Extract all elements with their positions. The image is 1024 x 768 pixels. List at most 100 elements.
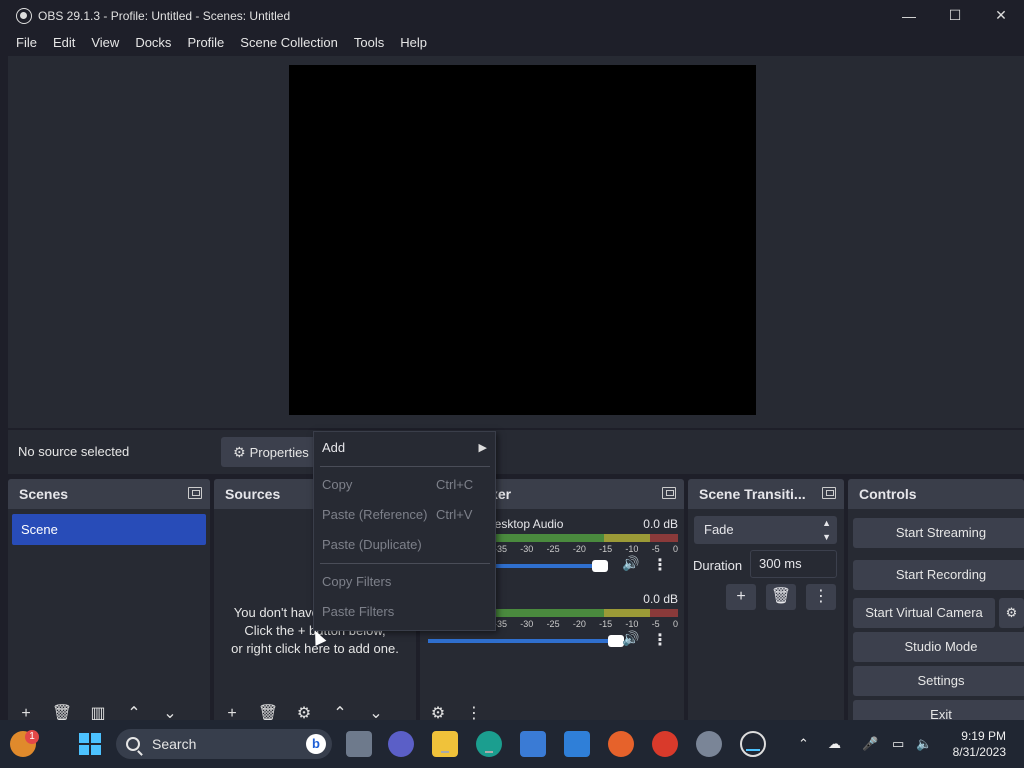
chrome-icon[interactable]: [652, 731, 678, 757]
taskbar-search[interactable]: Search b: [116, 729, 332, 759]
store-icon[interactable]: [520, 731, 546, 757]
menu-help[interactable]: Help: [392, 31, 435, 55]
ctx-copy[interactable]: Copy Ctrl+C: [314, 471, 495, 499]
teams-icon[interactable]: [388, 731, 414, 757]
scenes-title: Scenes: [19, 486, 69, 502]
ctx-paste-ref-label: Paste (Reference): [322, 507, 428, 522]
obs-taskbar-icon[interactable]: [740, 731, 766, 757]
sources-title: Sources: [225, 486, 281, 502]
menu-docks[interactable]: Docks: [127, 31, 179, 55]
settings-button[interactable]: Settings: [853, 666, 1024, 696]
clock-time: 9:19 PM: [961, 729, 1006, 743]
volume-icon[interactable]: 🔈: [916, 736, 932, 752]
speaker-icon[interactable]: 🔊: [622, 555, 639, 572]
menu-bar: File Edit View Docks Profile Scene Colle…: [0, 31, 1024, 55]
menu-edit[interactable]: Edit: [45, 31, 83, 55]
trash-icon[interactable]: 🗑: [766, 584, 796, 610]
close-button[interactable]: ✕: [978, 0, 1024, 31]
volume-knob[interactable]: [592, 560, 608, 572]
start-virtual-camera-button[interactable]: Start Virtual Camera: [853, 598, 995, 628]
scenes-header: Scenes: [8, 479, 210, 509]
more-options-icon[interactable]: ⋮: [652, 555, 668, 575]
undock-icon[interactable]: [188, 487, 202, 499]
transitions-title: Scene Transiti...: [699, 486, 806, 502]
channel-db: 0.0 dB: [643, 592, 678, 606]
onedrive-icon[interactable]: ☁: [828, 736, 841, 752]
menu-view[interactable]: View: [83, 31, 127, 55]
start-icon[interactable]: [77, 731, 103, 757]
title-bar: OBS 29.1.3 - Profile: Untitled - Scenes:…: [0, 0, 1024, 31]
maximize-button[interactable]: ☐: [932, 0, 978, 31]
menu-scene-collection[interactable]: Scene Collection: [232, 31, 346, 55]
properties-label: Properties: [249, 444, 309, 460]
chevron-up-icon[interactable]: ⌃: [798, 736, 809, 752]
studio-mode-button[interactable]: Studio Mode: [853, 632, 1024, 662]
volume-meter: [494, 609, 678, 617]
mail-icon[interactable]: [564, 731, 590, 757]
window-title: OBS 29.1.3 - Profile: Untitled - Scenes:…: [38, 8, 291, 23]
divider: [320, 563, 490, 564]
controls-header: Controls: [848, 479, 1024, 509]
source-status: No source selected: [18, 444, 130, 459]
search-icon: [126, 737, 140, 751]
undock-icon[interactable]: [662, 487, 676, 499]
menu-profile[interactable]: Profile: [179, 31, 232, 55]
network-icon[interactable]: ▭: [892, 736, 904, 752]
transition-select[interactable]: Fade ▲ ▼: [694, 516, 837, 544]
volume-slider[interactable]: [496, 560, 608, 572]
obs-logo-icon: [16, 7, 32, 24]
undock-icon[interactable]: [822, 487, 836, 499]
gear-icon[interactable]: ⚙: [999, 598, 1024, 628]
channel-db: 0.0 dB: [643, 517, 678, 531]
transitions-header: Scene Transiti...: [688, 479, 844, 509]
window-controls: — ☐ ✕: [886, 0, 1024, 31]
menu-tools[interactable]: Tools: [346, 31, 392, 55]
firefox-icon[interactable]: [608, 731, 634, 757]
start-recording-button[interactable]: Start Recording: [853, 560, 1024, 590]
minimize-button[interactable]: —: [886, 0, 932, 31]
speaker-icon[interactable]: 🔊: [622, 630, 639, 647]
settings-app-icon[interactable]: [696, 731, 722, 757]
chevron-updown-icon: ▲ ▼: [822, 518, 831, 542]
microphone-icon[interactable]: 🎤: [862, 736, 878, 752]
preview-canvas[interactable]: [289, 65, 756, 415]
duration-value: 300 ms: [759, 556, 802, 571]
ctx-copy-label: Copy: [322, 477, 353, 492]
scenes-dock: Scenes Scene + 🗑 ▥ ⌃ ⌄: [8, 479, 210, 724]
ctx-add[interactable]: Add ▶: [314, 434, 495, 462]
ctx-copy-filters[interactable]: Copy Filters: [314, 568, 495, 596]
volume-slider[interactable]: [428, 635, 624, 647]
ctx-paste-reference[interactable]: Paste (Reference) Ctrl+V: [314, 501, 495, 529]
clock-date: 8/31/2023: [952, 745, 1006, 759]
source-toolbar: No source selected ⚙ Properties: [8, 430, 1024, 474]
transition-value: Fade: [704, 522, 734, 537]
edge-icon[interactable]: [476, 731, 502, 757]
add-transition-icon[interactable]: +: [726, 584, 756, 610]
meter-scale: -35 -30 -25 -20 -15 -10 -5 0: [494, 544, 678, 554]
ctx-copy-shortcut: Ctrl+C: [436, 477, 474, 492]
ctx-paste-duplicate[interactable]: Paste (Duplicate): [314, 531, 495, 559]
search-placeholder: Search: [152, 736, 197, 752]
more-options-icon[interactable]: ⋮: [806, 584, 836, 610]
clock[interactable]: 9:19 PM 8/31/2023: [953, 728, 1006, 760]
context-menu: Add ▶ Copy Ctrl+C Paste (Reference) Ctrl…: [313, 431, 496, 631]
chevron-right-icon: ▶: [478, 442, 487, 454]
controls-dock: Controls Start Streaming Start Recording…: [848, 479, 1024, 724]
menu-file[interactable]: File: [8, 31, 45, 55]
more-options-icon[interactable]: ⋮: [652, 630, 668, 650]
ctx-paste-filters[interactable]: Paste Filters: [314, 598, 495, 626]
notification-badge: 1: [25, 730, 39, 744]
start-streaming-button[interactable]: Start Streaming: [853, 518, 1024, 548]
bing-icon[interactable]: b: [306, 734, 326, 754]
duration-label: Duration: [693, 558, 743, 573]
controls-title: Controls: [859, 486, 917, 502]
taskbar: Search b ⌃ ☁ 🎤 ▭ 🔈 9:19 PM 8/31/2023: [0, 720, 1024, 768]
properties-button[interactable]: ⚙ Properties: [221, 437, 321, 467]
gear-icon: ⚙: [233, 443, 246, 460]
transitions-dock: Scene Transiti... Fade ▲ ▼ Duration 300 m…: [688, 479, 844, 724]
file-explorer-icon[interactable]: [432, 731, 458, 757]
meter-scale: -35 -30 -25 -20 -15 -10 -5 0: [494, 619, 678, 629]
scene-list-item[interactable]: Scene: [12, 514, 206, 545]
task-view-icon[interactable]: [346, 731, 372, 757]
duration-spinbox[interactable]: 300 ms: [750, 550, 837, 578]
